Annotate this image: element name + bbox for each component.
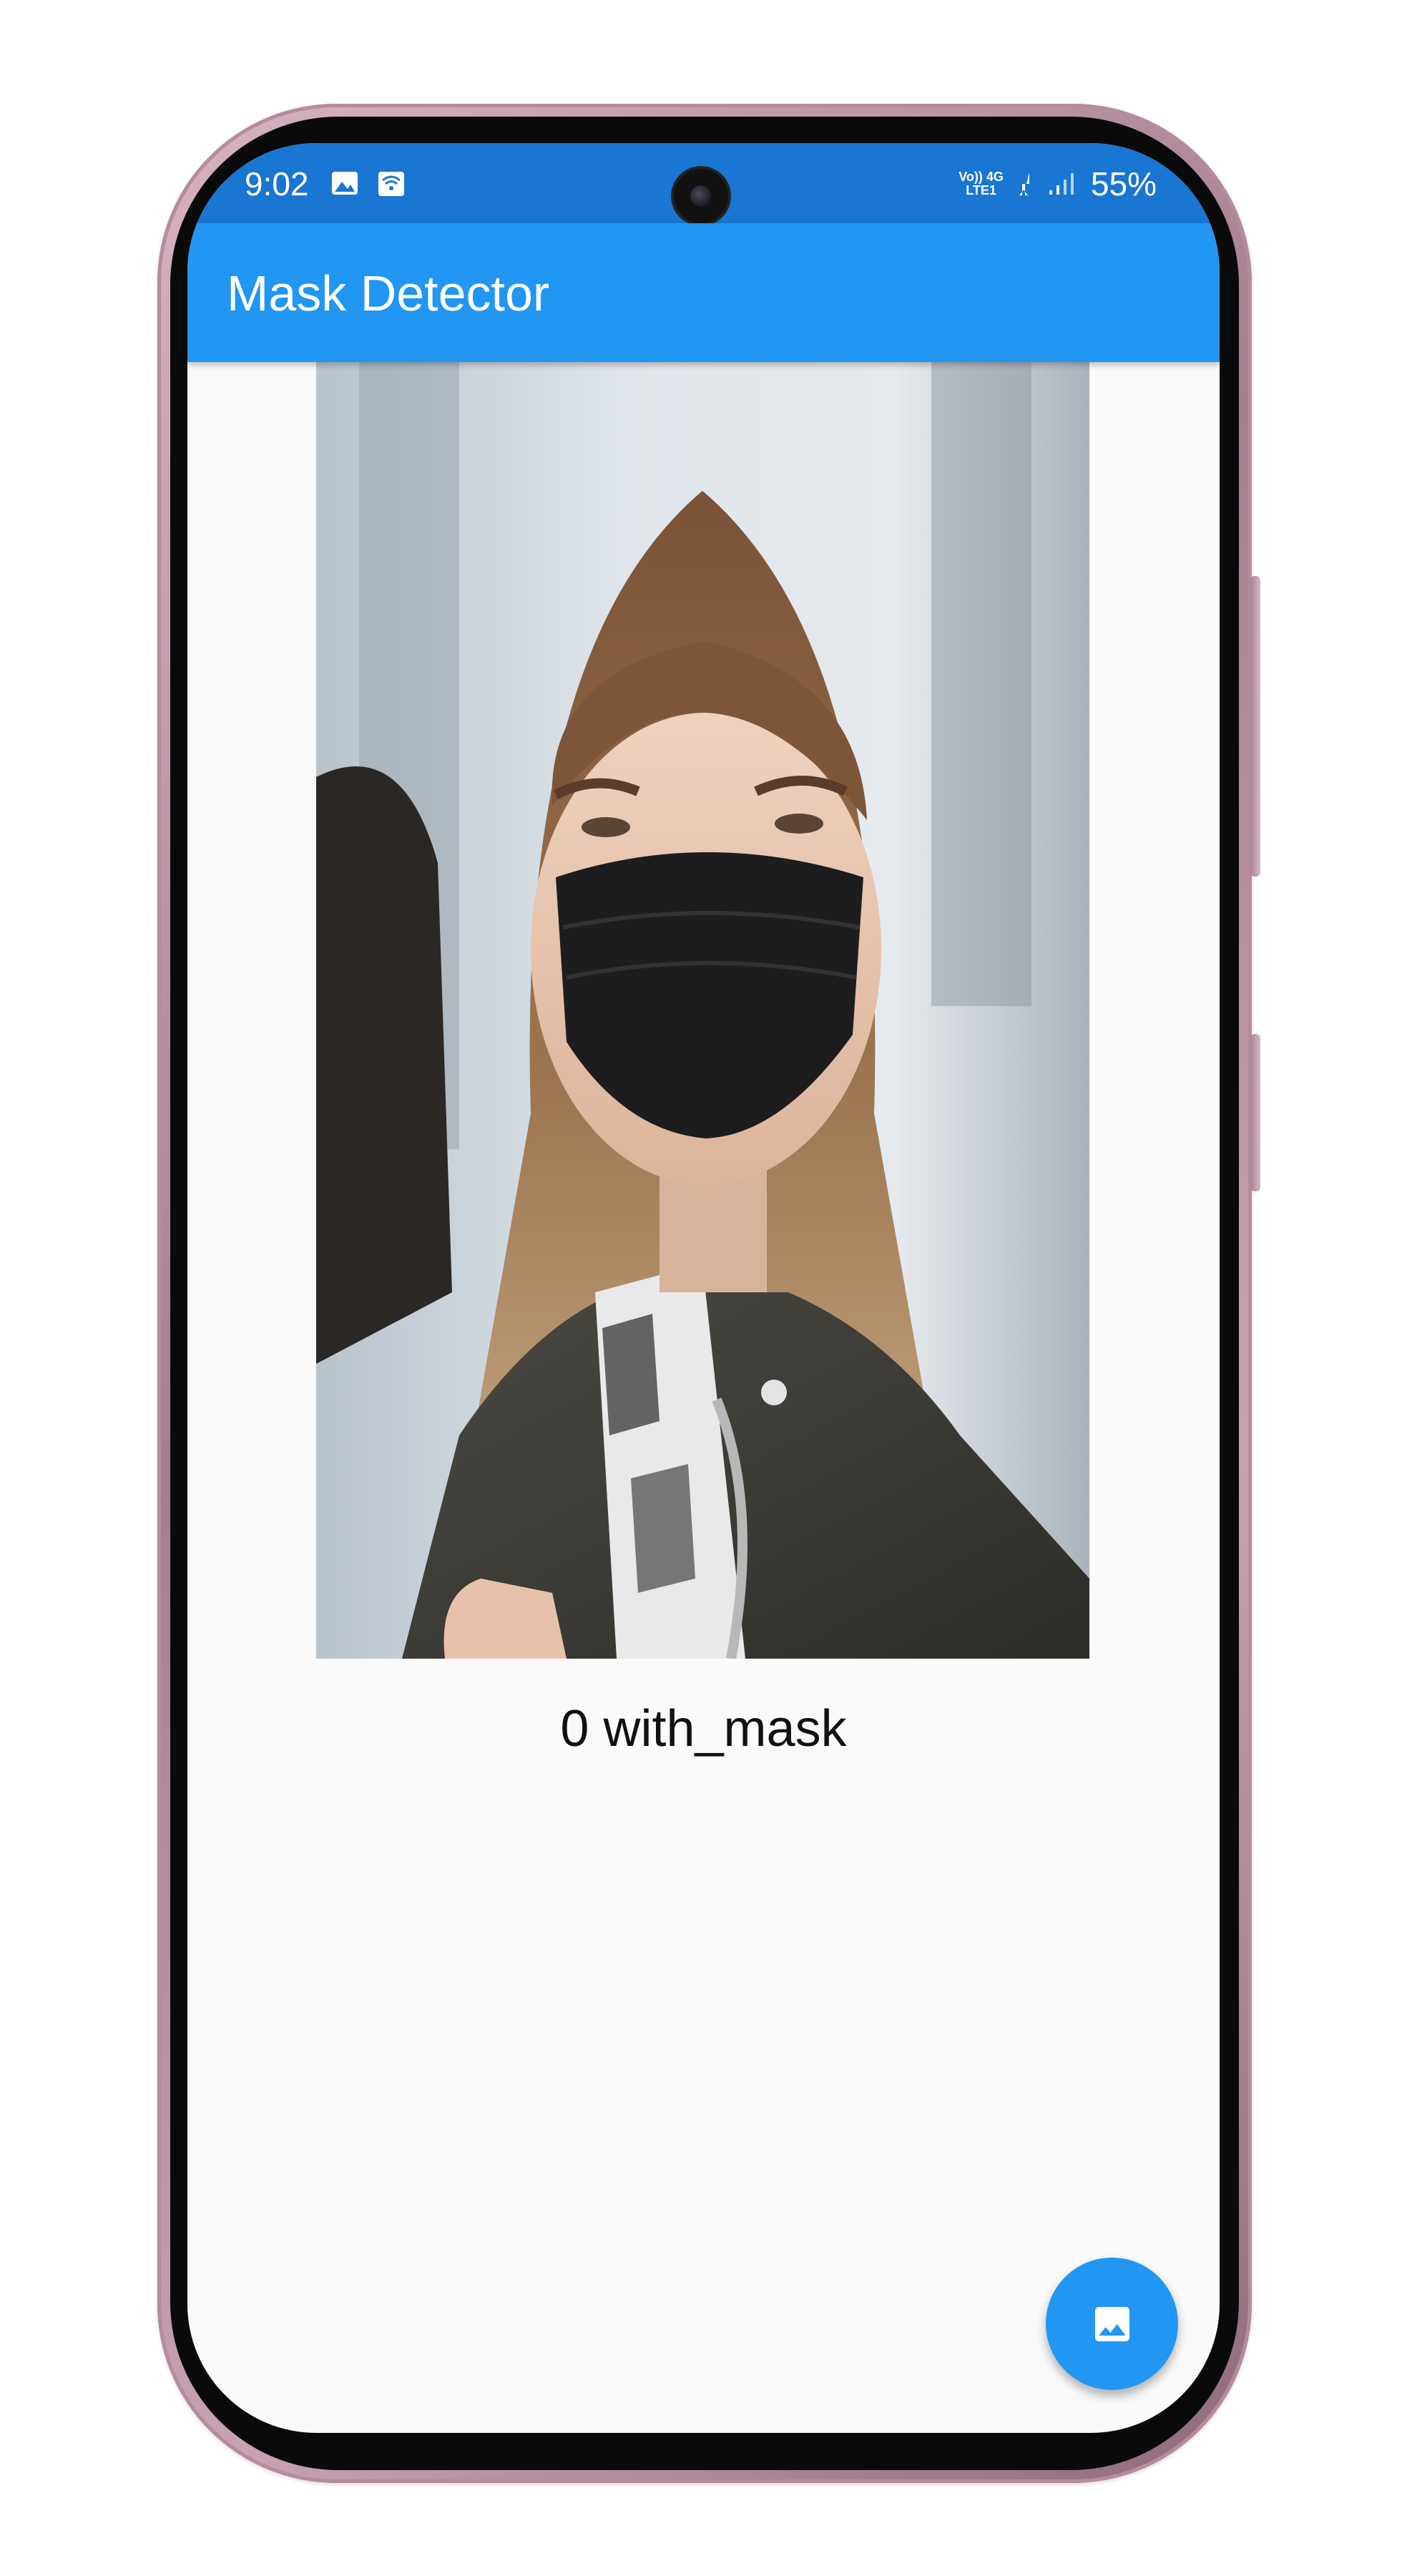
photo-illustration	[316, 362, 1089, 1659]
app-bar: Mask Detector	[187, 223, 1220, 362]
detected-photo	[316, 362, 1089, 1659]
status-time: 9:02	[245, 165, 309, 203]
pick-image-button[interactable]	[1046, 2258, 1178, 2390]
signal-icon	[1049, 173, 1074, 195]
image-icon	[1094, 2306, 1129, 2341]
power-button	[1250, 1034, 1260, 1191]
front-camera	[674, 169, 728, 223]
phone-screen: 9:02 Vo)) 4G LTE1 55% Mask Detector 0 wi…	[187, 143, 1220, 2433]
network-label-bottom: LTE1	[966, 183, 996, 197]
volte-icon: Vo)) 4G LTE1	[959, 170, 1004, 197]
volume-button	[1250, 576, 1260, 877]
status-bar: 9:02 Vo)) 4G LTE1 55%	[187, 143, 1220, 223]
detection-result: 0 with_mask	[560, 1700, 847, 1757]
wifi-calling-icon	[378, 172, 404, 196]
gallery-icon	[332, 172, 358, 195]
network-label-top: Vo)) 4G	[959, 170, 1004, 184]
4g-data-icon	[1019, 172, 1029, 195]
battery-level: 55%	[1090, 165, 1157, 203]
app-title: Mask Detector	[227, 265, 550, 321]
status-right-group: Vo)) 4G LTE1 55%	[959, 165, 1157, 203]
